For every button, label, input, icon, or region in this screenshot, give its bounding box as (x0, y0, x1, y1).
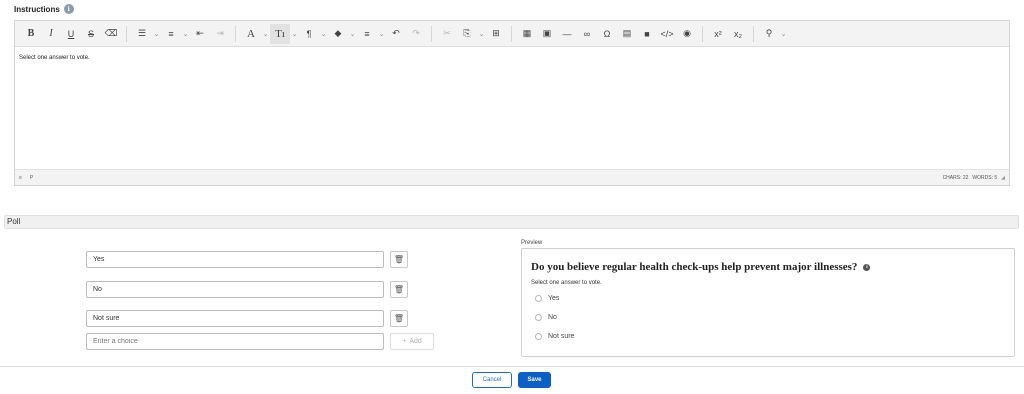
indent-icon[interactable]: ⇥ (210, 24, 230, 44)
instructions-title: Instructions (14, 4, 60, 14)
bullet-list-icon[interactable]: ☰ (132, 24, 152, 44)
plus-icon: + (402, 338, 407, 345)
chevron-down-icon[interactable]: ⌄ (348, 30, 357, 38)
editor-toolbar: B I U S ⌫ ☰ ⌄ ≡ ⌄ ⇤ ⇥ A ⌄ Tı ⌄ ¶ ⌄ ◆ ⌄ ≡… (15, 21, 1009, 47)
resize-handle-icon[interactable]: ◢ (1001, 175, 1005, 181)
footer-divider (0, 366, 1024, 367)
underline-icon[interactable]: U (61, 24, 81, 44)
trash-icon: 🗑 (393, 255, 405, 264)
redo-icon[interactable]: ↷ (406, 24, 426, 44)
trash-icon: 🗑 (393, 314, 405, 323)
save-button[interactable]: Save (518, 372, 551, 388)
cut-icon[interactable]: ✂ (437, 24, 457, 44)
delete-choice-button[interactable]: 🗑 (390, 310, 408, 327)
toolbar-separator (235, 25, 236, 42)
chevron-down-icon[interactable]: ⌄ (377, 30, 386, 38)
preview-label: Preview (521, 240, 543, 246)
italic-icon[interactable]: I (41, 24, 61, 44)
chevron-down-icon[interactable]: ⌄ (152, 30, 161, 38)
delete-choice-button[interactable]: 🗑 (390, 251, 408, 268)
toolbar-separator (511, 25, 512, 42)
preview-question-row: Do you believe regular health check-ups … (531, 261, 871, 273)
preview-instructions: Select one answer to vote. (531, 280, 602, 286)
chevron-down-icon[interactable]: ⌄ (261, 30, 270, 38)
element-path[interactable]: P (30, 175, 33, 181)
add-choice-label: Add (409, 338, 422, 345)
rich-text-editor: B I U S ⌫ ☰ ⌄ ≡ ⌄ ⇤ ⇥ A ⌄ Tı ⌄ ¶ ⌄ ◆ ⌄ ≡… (14, 20, 1010, 186)
poll-preview: Do you believe regular health check-ups … (521, 248, 1015, 357)
poll-section-header[interactable]: Poll (4, 215, 1019, 229)
toolbar-separator (753, 25, 754, 42)
video-icon[interactable]: ■ (637, 24, 657, 44)
file-icon[interactable]: ▤ (617, 24, 637, 44)
toolbar-separator (126, 25, 127, 42)
clear-format-icon[interactable]: ⌫ (101, 24, 121, 44)
chevron-down-icon[interactable]: ⌄ (477, 30, 486, 38)
image-icon[interactable]: ▣ (537, 24, 557, 44)
preview-option[interactable]: Not sure (535, 333, 574, 340)
statusbar-menu-icon[interactable]: ≡ (19, 175, 22, 181)
new-choice-input[interactable] (86, 333, 384, 350)
cancel-button[interactable]: Cancel (472, 372, 512, 388)
preview-option[interactable]: Yes (535, 295, 559, 302)
font-size-icon[interactable]: Tı (270, 23, 290, 44)
char-count: CHARS: 22 (942, 174, 969, 181)
horizontal-rule-icon[interactable]: — (557, 24, 577, 44)
word-count: WORDS: 5 (972, 174, 998, 181)
editor-content[interactable]: Select one answer to vote. (15, 47, 1009, 169)
trash-icon: 🗑 (393, 285, 405, 294)
preview-question: Do you believe regular health check-ups … (531, 261, 858, 273)
preview-option-label: Yes (548, 295, 560, 302)
delete-choice-button[interactable]: 🗑 (390, 281, 408, 298)
find-replace-icon[interactable]: ⚲ (759, 24, 779, 44)
paste-icon[interactable]: ⎘ (457, 24, 477, 44)
paragraph-format-icon[interactable]: ¶ (299, 24, 319, 44)
highlight-color-icon[interactable]: ◆ (328, 24, 348, 44)
radio-icon[interactable] (535, 333, 542, 340)
code-view-icon[interactable]: </> (657, 24, 677, 44)
superscript-icon[interactable]: x² (708, 24, 728, 44)
radio-icon[interactable] (535, 295, 542, 302)
link-icon[interactable]: ∞ (577, 24, 597, 44)
align-icon[interactable]: ≡ (357, 24, 377, 44)
bold-icon[interactable]: B (21, 24, 41, 44)
toolbar-separator (702, 25, 703, 42)
chevron-down-icon[interactable]: ⌄ (290, 30, 299, 38)
info-icon[interactable]: i (63, 4, 74, 14)
toolbar-separator (431, 25, 432, 42)
subscript-icon[interactable]: x₂ (728, 24, 748, 44)
preview-eye-icon[interactable]: ◉ (677, 24, 697, 44)
table-icon[interactable]: ▦ (517, 24, 537, 44)
chevron-down-icon[interactable]: ⌄ (319, 30, 328, 38)
add-choice-button[interactable]: + Add (390, 333, 434, 350)
undo-icon[interactable]: ↶ (386, 24, 406, 44)
preview-option[interactable]: No (535, 314, 557, 321)
numbered-list-icon[interactable]: ≡ (161, 24, 181, 44)
strikethrough-icon[interactable]: S (81, 24, 101, 44)
radio-icon[interactable] (535, 314, 542, 321)
editor-statusbar: ≡ P CHARS: 22 WORDS: 5 ◢ (15, 169, 1009, 185)
choice-input-no[interactable] (86, 281, 384, 298)
select-all-icon[interactable]: ⊞ (486, 24, 506, 44)
choice-input-not-sure[interactable] (86, 310, 384, 327)
special-character-icon[interactable]: Ω (597, 24, 617, 44)
preview-option-label: No (548, 314, 557, 321)
info-icon[interactable]: i (863, 263, 871, 271)
editor-paragraph: Select one answer to vote. (19, 55, 90, 61)
chevron-down-icon[interactable]: ⌄ (181, 30, 190, 38)
instructions-label: Instructions i (14, 4, 74, 14)
chevron-down-icon[interactable]: ⌄ (779, 30, 788, 38)
font-color-icon[interactable]: A (241, 24, 261, 44)
preview-option-label: Not sure (548, 333, 575, 340)
outdent-icon[interactable]: ⇤ (190, 24, 210, 44)
choice-input-yes[interactable] (86, 251, 384, 268)
